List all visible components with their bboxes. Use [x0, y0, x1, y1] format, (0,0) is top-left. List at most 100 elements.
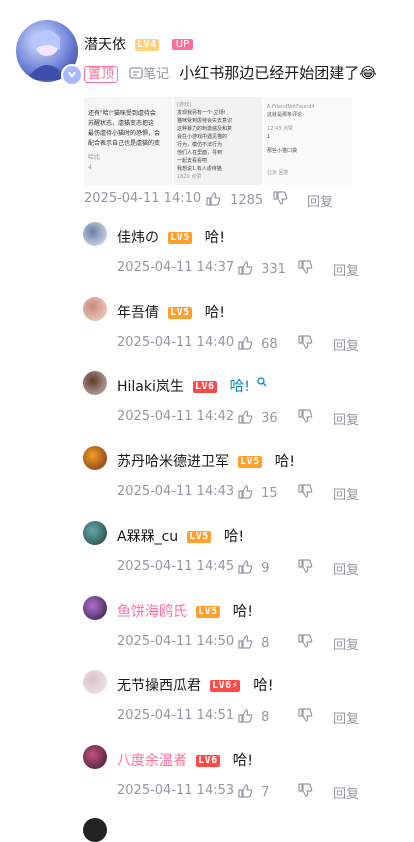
thumb-up-icon — [238, 784, 253, 798]
img3-line: 那些小猫口袋 — [267, 148, 298, 154]
reply-avatar[interactable] — [83, 446, 107, 470]
img3-line: 1 — [267, 134, 271, 140]
reply-avatar[interactable] — [83, 596, 107, 620]
reply-text: 哈! — [204, 230, 226, 246]
pinned-badge: 置顶 — [84, 66, 119, 83]
thumb-up-icon — [238, 336, 253, 350]
reply-avatar[interactable] — [83, 521, 107, 545]
img1-line: 最伤虐待小猫时的恐惧，会 — [88, 130, 161, 137]
img2-line: 我想说1.有人虐待猫 — [177, 166, 222, 172]
reply-username[interactable]: 鱼饼海鸥氏 — [117, 604, 187, 620]
reply-avatar[interactable] — [83, 670, 107, 694]
reply-like-count: 15 — [261, 486, 278, 501]
reply-username[interactable]: Hilaki岚生 — [117, 379, 184, 395]
reply-time: 2025-04-11 14:45 — [117, 559, 235, 574]
reply-avatar[interactable] — [83, 371, 107, 395]
search-icon[interactable] — [257, 377, 267, 387]
reply-dislike-button[interactable] — [297, 408, 313, 428]
reply-text: 哈! — [229, 379, 250, 395]
reply-header: A槑槑_cu LV5 哈! — [117, 525, 244, 546]
reply-dislike-button[interactable] — [297, 633, 313, 653]
comment-image-1[interactable]: 还有"哈!"猫咪受到虐待会 苏醒状态，虐猫变态把这 最伤虐待小猫时的恐惧，会 配… — [84, 97, 172, 185]
reply-text: 哈! — [204, 305, 226, 321]
reply-like-button[interactable]: 331 — [237, 258, 286, 277]
reply-reply-button[interactable]: 回复 — [333, 783, 359, 802]
img1-line: 配合表示自己也是虐猫的变 — [88, 140, 161, 147]
reply-level-badge: LV5 — [168, 306, 192, 319]
reply-avatar[interactable] — [83, 745, 107, 769]
reply-like-count: 36 — [261, 411, 278, 426]
img3-foot: 北京 回复 — [267, 170, 289, 176]
reply-like-button[interactable]: 8 — [237, 706, 269, 725]
reply-time: 2025-04-11 14:37 — [117, 260, 235, 275]
reply-text: 哈! — [223, 529, 245, 545]
thumb-down-icon — [298, 260, 313, 274]
main-comment-text: 小红书那边已经开始团建了 — [179, 64, 360, 82]
reply-dislike-button[interactable] — [297, 483, 313, 503]
img2-title: [游戏] — [177, 102, 191, 108]
thumb-up-icon — [238, 261, 253, 275]
reply-like-button[interactable]: 9 — [237, 557, 269, 576]
reply-time: 2025-04-11 14:40 — [117, 335, 235, 350]
thumb-up-icon — [238, 635, 253, 649]
thumb-down-icon — [298, 634, 313, 648]
comment-image-2[interactable]: [游戏] 发现我另有一个:立场! 猫咪受到虐待会失去意识 这种暴力的刺激遍及和复… — [174, 97, 262, 185]
img3-line: 12:43 点赞 — [267, 126, 293, 132]
img1-foot: 4 — [88, 164, 92, 171]
thumb-down-icon — [298, 484, 313, 498]
reply-reply-button[interactable]: 回复 — [333, 634, 359, 653]
reply-header: 年吾倩 LV5 哈! — [117, 301, 225, 322]
img2-line: 发现我另有一个:立场! — [177, 110, 226, 116]
reply-reply-button[interactable]: 回复 — [333, 559, 359, 578]
note-tag[interactable]: 笔记 — [129, 67, 173, 82]
reply-like-button[interactable]: 68 — [237, 333, 278, 352]
reply-reply-button[interactable]: 回复 — [333, 484, 359, 503]
thumb-down-icon — [298, 335, 313, 349]
reply-dislike-button[interactable] — [297, 259, 313, 279]
main-like-button[interactable]: 1285 — [205, 189, 263, 208]
img2-line: 这种暴力的刺激遍及和复 — [177, 126, 233, 132]
img2-line: 行为，模仿不法行为 — [177, 142, 223, 148]
reply-like-button[interactable]: 15 — [237, 482, 278, 501]
laugh-emoji-icon: 😂 — [359, 64, 377, 82]
reply-username[interactable]: 苏丹哈米德进卫军 — [117, 454, 229, 470]
main-comment-time: 2025-04-11 14:10 — [84, 191, 202, 206]
reply-avatar[interactable] — [83, 222, 107, 246]
note-tag-label: 笔记 — [143, 67, 170, 82]
reply-header: 八度余温者 LV6 哈! — [117, 749, 253, 770]
reply-like-button[interactable]: 8 — [237, 632, 269, 651]
reply-like-button[interactable]: 36 — [237, 407, 278, 426]
main-username[interactable]: 潜天依 — [84, 37, 126, 53]
main-dislike-button[interactable] — [272, 190, 288, 210]
reply-time: 2025-04-11 14:42 — [117, 409, 235, 424]
thumb-down-icon — [298, 409, 313, 423]
thumb-up-icon — [238, 709, 253, 723]
vip-badge-icon — [61, 64, 83, 86]
reply-header: 苏丹哈米德进卫军 LV5 哈! — [117, 450, 295, 471]
reply-username[interactable]: 年吾倩 — [117, 305, 159, 321]
reply-username[interactable]: A槑槑_cu — [117, 529, 178, 545]
main-content-line: 置顶 笔记 小红书那边已经开始团建了😂 — [84, 62, 377, 83]
reply-reply-button[interactable]: 回复 — [333, 708, 359, 727]
reply-username[interactable]: 无节操西瓜君 — [117, 678, 201, 694]
reply-avatar[interactable] — [83, 297, 107, 321]
reply-reply-button[interactable]: 回复 — [333, 335, 359, 354]
reply-dislike-button[interactable] — [297, 558, 313, 578]
reply-like-button[interactable]: 7 — [237, 781, 269, 800]
img2-line: 会在小游戏中遇见猫的 — [177, 134, 228, 140]
thumb-down-icon — [273, 191, 288, 205]
main-reply-button[interactable]: 回复 — [307, 191, 333, 210]
reply-username[interactable]: 佳炜の — [117, 230, 159, 246]
reply-dislike-button[interactable] — [297, 782, 313, 802]
comment-image-3[interactable]: A FriendNotFound4 这就是那条评论 12:43 点赞 1 那些小… — [264, 97, 352, 185]
reply-like-count: 7 — [261, 785, 270, 800]
reply-username[interactable]: 八度余温者 — [117, 753, 187, 769]
img2-foot: 1820 点赞 — [177, 174, 202, 180]
reply-level-badge: LV5 — [196, 605, 220, 618]
reply-reply-button[interactable]: 回复 — [333, 409, 359, 428]
next-reply-avatar[interactable] — [83, 818, 107, 842]
reply-dislike-button[interactable] — [297, 334, 313, 354]
reply-dislike-button[interactable] — [297, 707, 313, 727]
up-badge: UP — [171, 39, 194, 50]
reply-reply-button[interactable]: 回复 — [333, 260, 359, 279]
